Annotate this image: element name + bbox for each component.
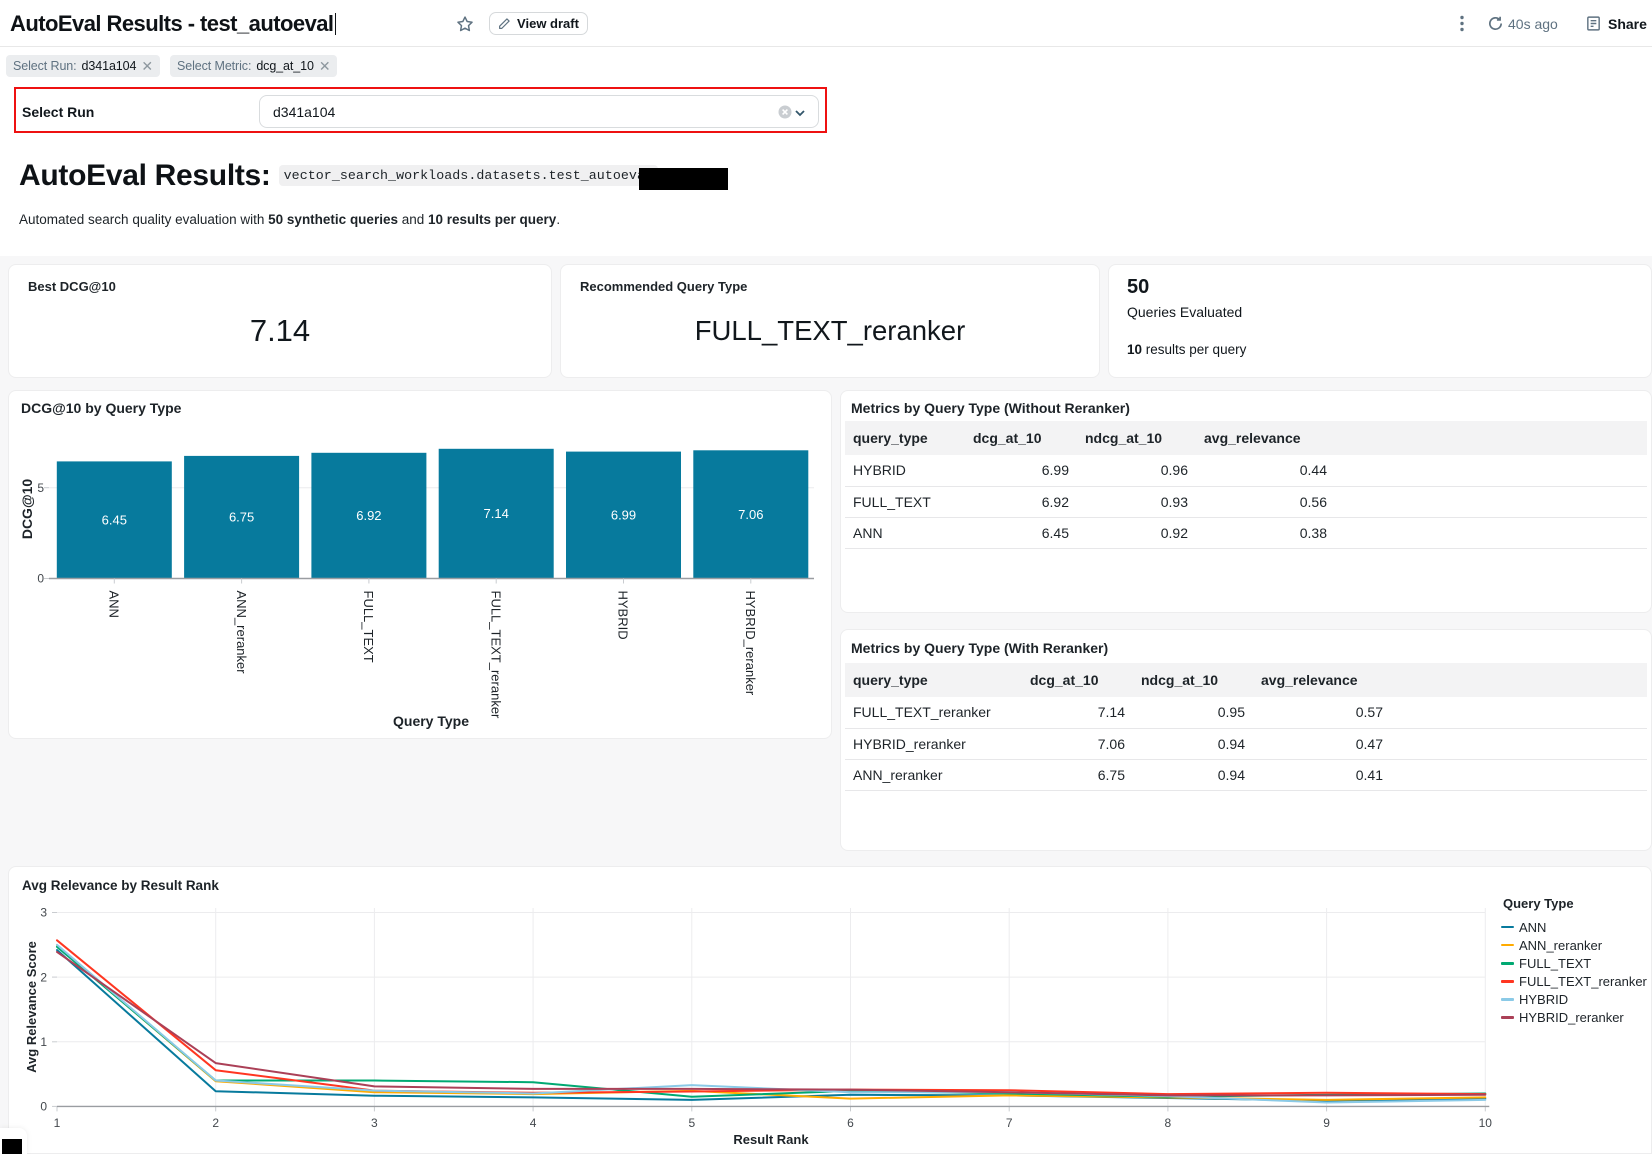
svg-text:Avg Relevance Score: Avg Relevance Score [24,941,39,1073]
svg-text:DCG@10: DCG@10 [19,479,35,540]
svg-text:6: 6 [847,1116,854,1130]
svg-text:ANN: ANN [107,591,122,618]
svg-text:HYBRID: HYBRID [616,591,631,640]
svg-text:Result Rank: Result Rank [733,1132,809,1147]
svg-text:6.75: 6.75 [229,510,254,525]
svg-text:9: 9 [1323,1116,1330,1130]
svg-text:10: 10 [1479,1116,1493,1130]
svg-text:HYBRID_reranker: HYBRID_reranker [743,591,758,696]
svg-text:6.45: 6.45 [102,512,127,527]
svg-text:6.92: 6.92 [356,508,381,523]
svg-text:Query Type: Query Type [393,713,469,729]
svg-text:6.99: 6.99 [611,508,636,523]
svg-text:3: 3 [40,906,47,920]
svg-text:7.06: 7.06 [738,507,763,522]
svg-text:0: 0 [37,572,44,586]
svg-text:1: 1 [40,1035,47,1049]
svg-text:2: 2 [40,970,47,984]
svg-text:7.14: 7.14 [484,506,509,521]
svg-text:7: 7 [1006,1116,1013,1130]
svg-text:4: 4 [530,1116,537,1130]
svg-text:FULL_TEXT: FULL_TEXT [361,591,376,663]
svg-text:5: 5 [37,481,44,495]
svg-text:0: 0 [40,1100,47,1114]
svg-text:5: 5 [688,1116,695,1130]
svg-text:3: 3 [371,1116,378,1130]
svg-text:8: 8 [1165,1116,1172,1130]
svg-text:ANN_reranker: ANN_reranker [234,591,249,675]
svg-text:1: 1 [54,1116,61,1130]
svg-text:FULL_TEXT_reranker: FULL_TEXT_reranker [488,591,503,720]
svg-text:2: 2 [212,1116,219,1130]
